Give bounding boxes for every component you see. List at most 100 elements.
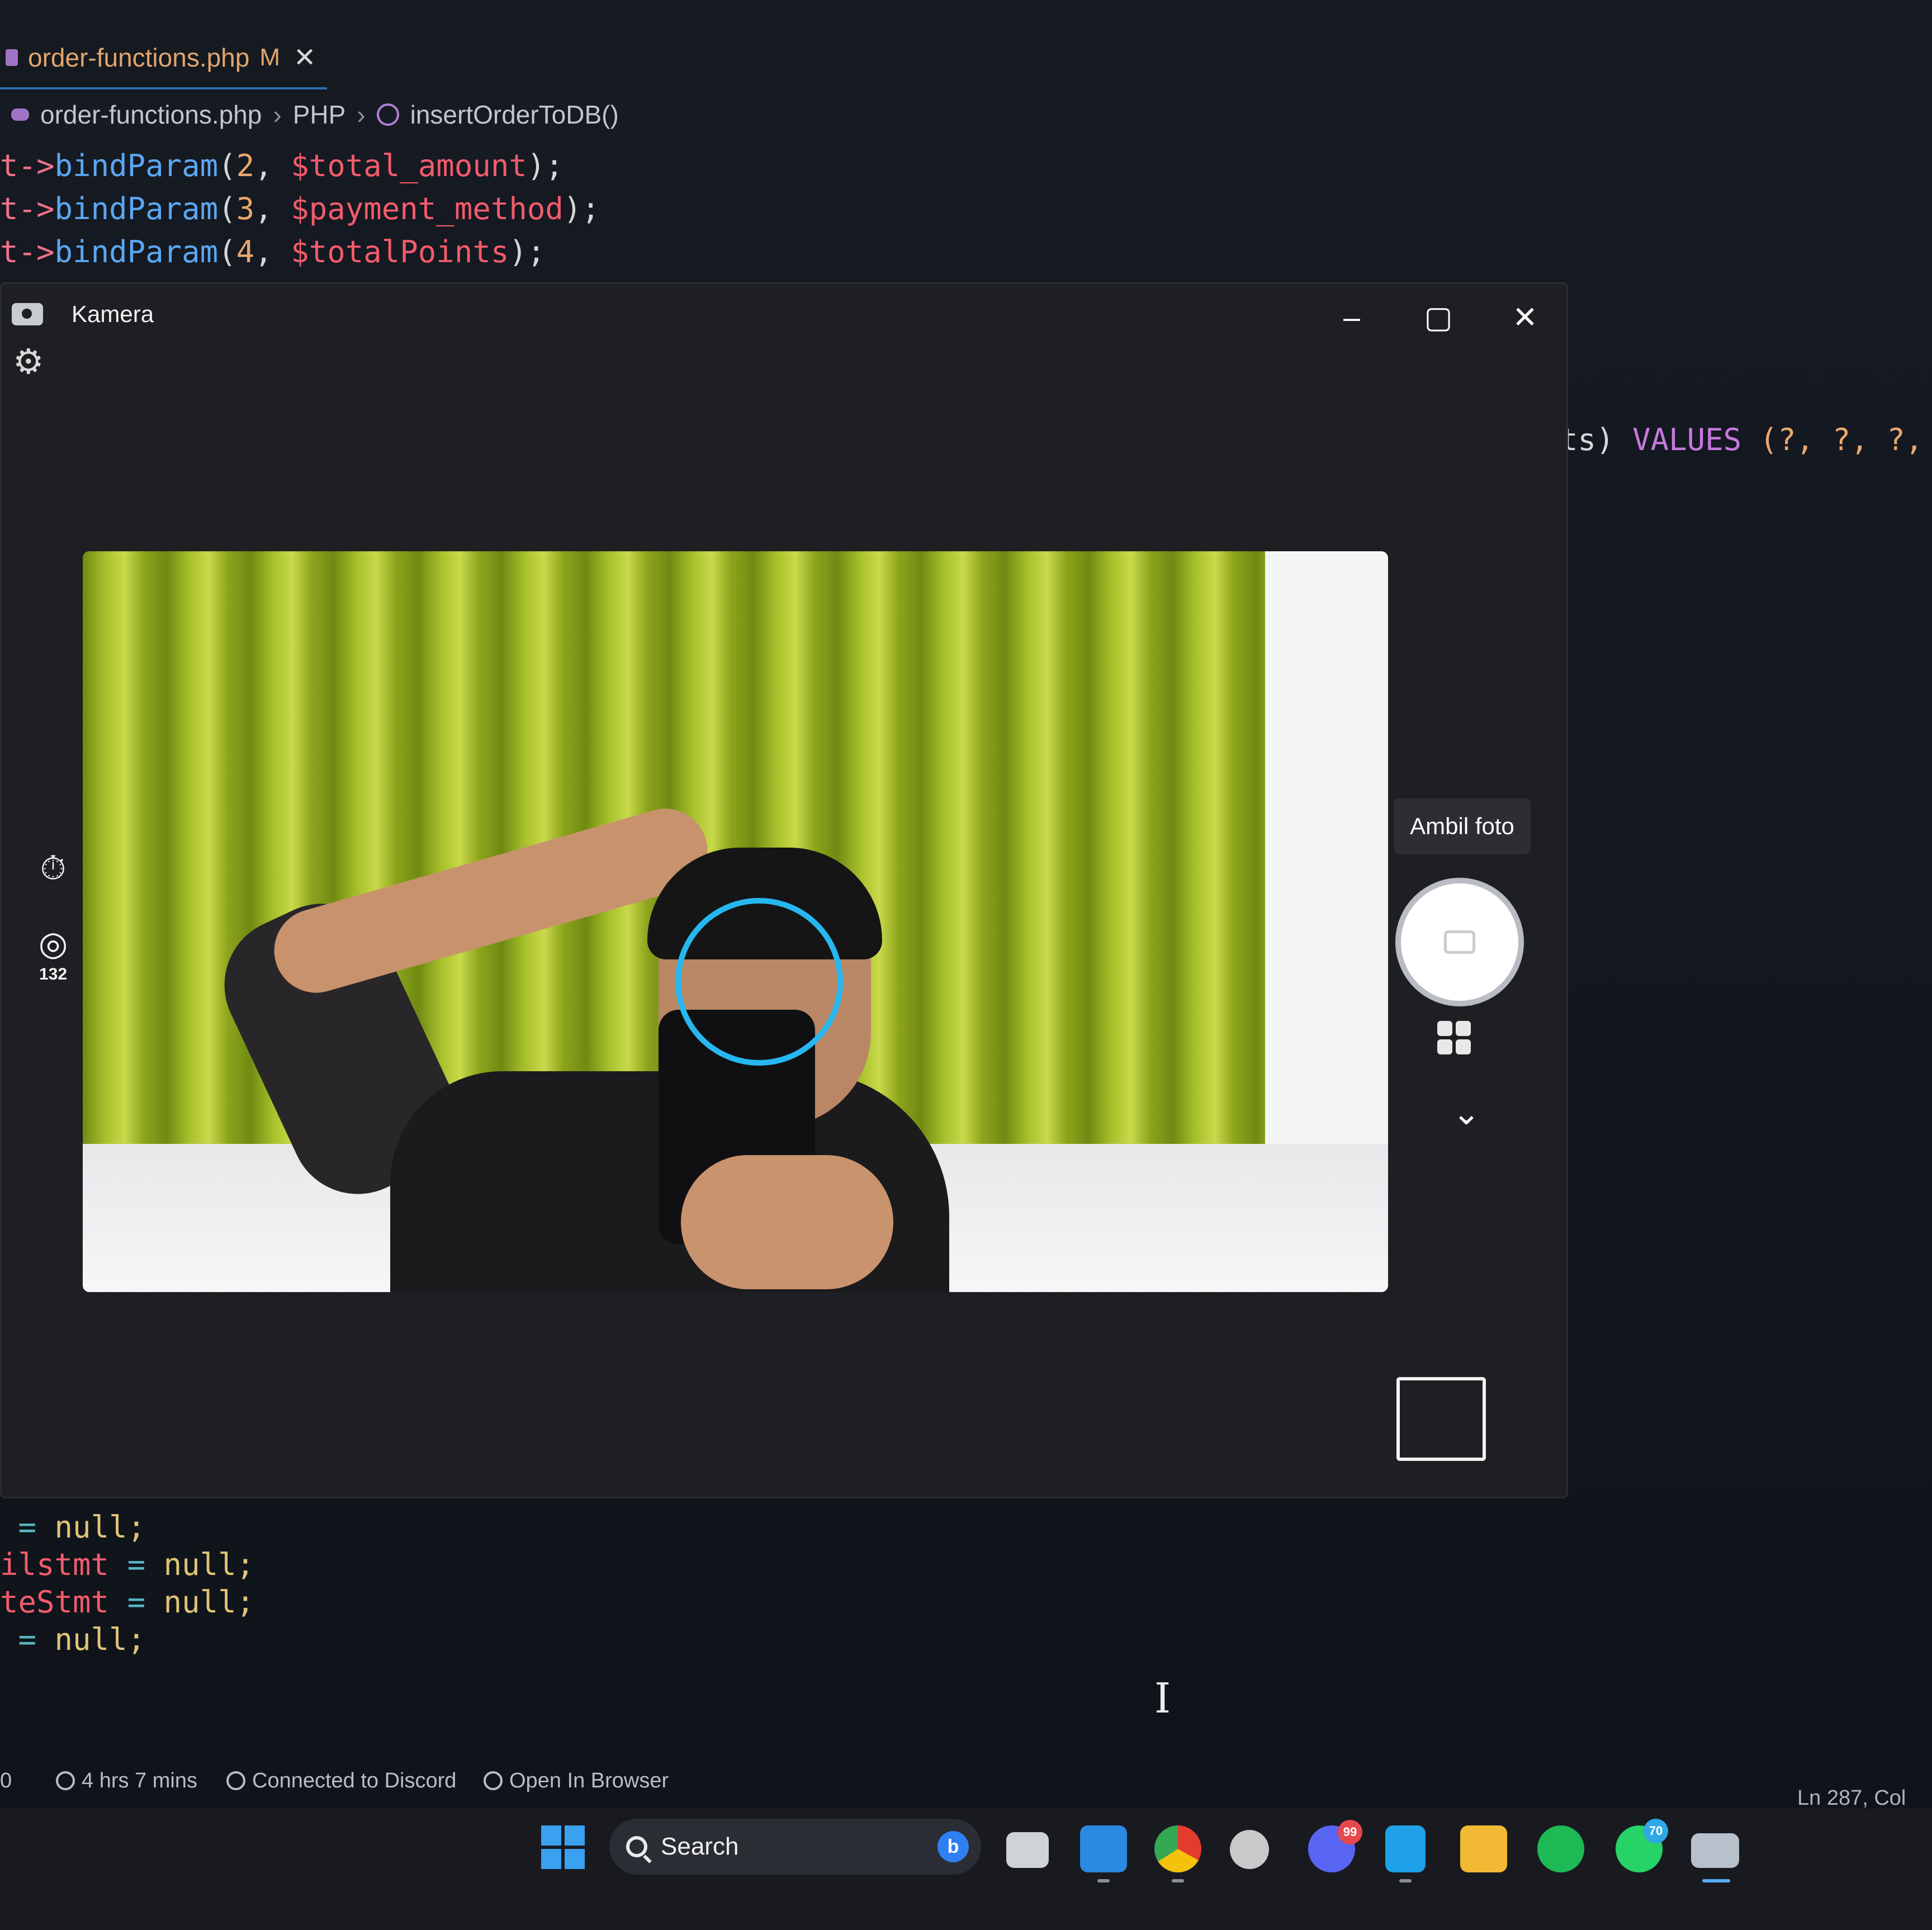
- code-null: null;: [163, 1547, 255, 1582]
- code-operator: =: [18, 1510, 37, 1545]
- task-view-icon[interactable]: [1006, 1832, 1049, 1868]
- shutter-button[interactable]: [1395, 878, 1524, 1006]
- bing-icon[interactable]: b: [937, 1831, 969, 1862]
- code-variable: teStmt: [0, 1584, 110, 1620]
- tab-close-icon[interactable]: ✕: [293, 42, 316, 73]
- whatsapp-badge: 70: [1644, 1819, 1668, 1843]
- code-object: t->: [0, 234, 55, 269]
- timer-off-icon[interactable]: ⏱: [31, 849, 75, 888]
- clock-icon: [56, 1771, 75, 1790]
- code-number: 3: [236, 191, 255, 226]
- discord-badge: 99: [1338, 1820, 1362, 1844]
- taskbar-search[interactable]: Search b: [609, 1819, 981, 1875]
- person-taking-selfie: [202, 798, 1050, 1292]
- code-function: bindParam: [54, 191, 219, 226]
- code-line[interactable]: teStmt = null;: [0, 1584, 254, 1620]
- active-indicator: [1702, 1879, 1730, 1882]
- code-function: bindParam: [54, 148, 219, 183]
- breadcrumb-separator: ›: [357, 100, 366, 129]
- chrome-icon[interactable]: [1154, 1825, 1201, 1872]
- person-hand: [681, 1155, 893, 1289]
- status-timer[interactable]: 4 hrs 7 mins: [56, 1769, 197, 1793]
- camera-icon: [1444, 930, 1475, 954]
- mode-grid-icon[interactable]: [1437, 1021, 1471, 1054]
- code-variable: $total_amount: [291, 148, 527, 183]
- camera-title: Kamera: [72, 301, 154, 327]
- breadcrumb-file[interactable]: order-functions.php: [40, 100, 262, 130]
- status-discord[interactable]: Connected to Discord: [226, 1769, 456, 1793]
- tab-filename: order-functions.php: [28, 43, 250, 72]
- code-variable: $totalPoints: [291, 234, 509, 269]
- php-file-icon: [6, 49, 18, 66]
- burst-mode-icon[interactable]: ◎: [31, 924, 75, 963]
- take-photo-tooltip: Ambil foto: [1394, 798, 1531, 854]
- breadcrumb-lang[interactable]: PHP: [293, 100, 346, 130]
- status-discord-text: Connected to Discord: [252, 1768, 457, 1792]
- status-browser-text: Open In Browser: [509, 1768, 669, 1792]
- code-line[interactable]: = null;: [0, 1510, 146, 1545]
- face-focus-ring: [675, 898, 843, 1066]
- code-operator: =: [127, 1547, 146, 1582]
- status-errors[interactable]: 0: [0, 1769, 12, 1793]
- chevron-down-icon[interactable]: ⌄: [1436, 1094, 1497, 1133]
- vscode-icon[interactable]: [1080, 1825, 1127, 1872]
- minimize-button[interactable]: –: [1327, 298, 1377, 337]
- code-number: 2: [236, 148, 255, 183]
- breadcrumb-separator: ›: [273, 100, 282, 129]
- running-indicator: [1097, 1879, 1110, 1882]
- close-button[interactable]: ✕: [1500, 298, 1550, 337]
- editor-tab-bar: order-functions.php M ✕: [0, 0, 1932, 92]
- code-line[interactable]: t->bindParam(4, $totalPoints);: [0, 234, 545, 269]
- person-arm: [264, 798, 718, 1003]
- status-time: 4 hrs 7 mins: [82, 1768, 197, 1792]
- code-operator: =: [18, 1622, 37, 1657]
- app-circle-icon[interactable]: [1230, 1830, 1269, 1869]
- code-variable: ilstmt: [0, 1547, 110, 1582]
- code-line[interactable]: t->bindParam(2, $total_amount);: [0, 148, 564, 183]
- code-params: (?, ?, ?, ?,: [1759, 422, 1924, 457]
- code-line[interactable]: = null;: [0, 1622, 146, 1657]
- code-object: t->: [0, 148, 55, 183]
- running-indicator: [1172, 1879, 1184, 1882]
- globe-icon: [226, 1771, 245, 1790]
- code-operator: =: [127, 1584, 146, 1620]
- code-number: 4: [236, 234, 255, 269]
- tab-modified-indicator: M: [259, 44, 281, 71]
- spotify-icon[interactable]: [1537, 1825, 1584, 1872]
- code-line[interactable]: ilstmt = null;: [0, 1547, 254, 1582]
- breadcrumb: order-functions.php › PHP › insertOrderT…: [11, 92, 619, 137]
- camera-app-icon: [12, 303, 43, 325]
- method-cube-icon: [376, 103, 399, 126]
- settings-gear-icon[interactable]: ⚙: [13, 345, 46, 380]
- status-errors-count: 0: [0, 1768, 12, 1792]
- camera-viewfinder[interactable]: [83, 551, 1388, 1292]
- code-null: null;: [54, 1622, 146, 1657]
- code-function: bindParam: [54, 234, 219, 269]
- maximize-button[interactable]: ▢: [1413, 298, 1464, 337]
- code-line-right[interactable]: ts) VALUES (?, ?, ?, ?,: [1560, 422, 1932, 457]
- code-variable: $payment_method: [291, 191, 564, 226]
- camera-taskbar-icon[interactable]: [1691, 1833, 1739, 1868]
- running-indicator: [1399, 1879, 1412, 1882]
- code-null: null;: [54, 1510, 146, 1545]
- search-placeholder: Search: [661, 1833, 739, 1860]
- code-null: null;: [163, 1584, 255, 1620]
- globe-icon: [484, 1771, 503, 1790]
- status-bar: 0 4 hrs 7 mins Connected to Discord Open…: [0, 1756, 1932, 1806]
- code-line[interactable]: t->bindParam(3, $payment_method);: [0, 191, 600, 226]
- windows-start-icon[interactable]: [541, 1825, 585, 1869]
- tab-order-functions[interactable]: order-functions.php M ✕: [0, 28, 327, 89]
- php-elephant-icon: [11, 108, 29, 121]
- camera-title-bar[interactable]: Kamera – ▢ ✕: [2, 284, 1566, 340]
- burst-count: 132: [39, 965, 68, 983]
- code-keyword: VALUES: [1632, 422, 1742, 457]
- windows-taskbar: Search b 99 70: [0, 1809, 1932, 1930]
- camera-window: Kamera – ▢ ✕ ⚙ ⏱ ◎ 132 ⌃ Ambil foto ⌄: [0, 282, 1568, 1498]
- search-icon: [626, 1836, 647, 1857]
- breadcrumb-symbol[interactable]: insertOrderToDB(): [410, 100, 619, 130]
- last-photo-thumbnail[interactable]: [1396, 1377, 1486, 1461]
- text-cursor-icon: I: [1154, 1674, 1171, 1723]
- notepad-icon[interactable]: [1385, 1825, 1426, 1872]
- file-explorer-icon[interactable]: [1460, 1825, 1507, 1872]
- status-browser[interactable]: Open In Browser: [484, 1769, 669, 1793]
